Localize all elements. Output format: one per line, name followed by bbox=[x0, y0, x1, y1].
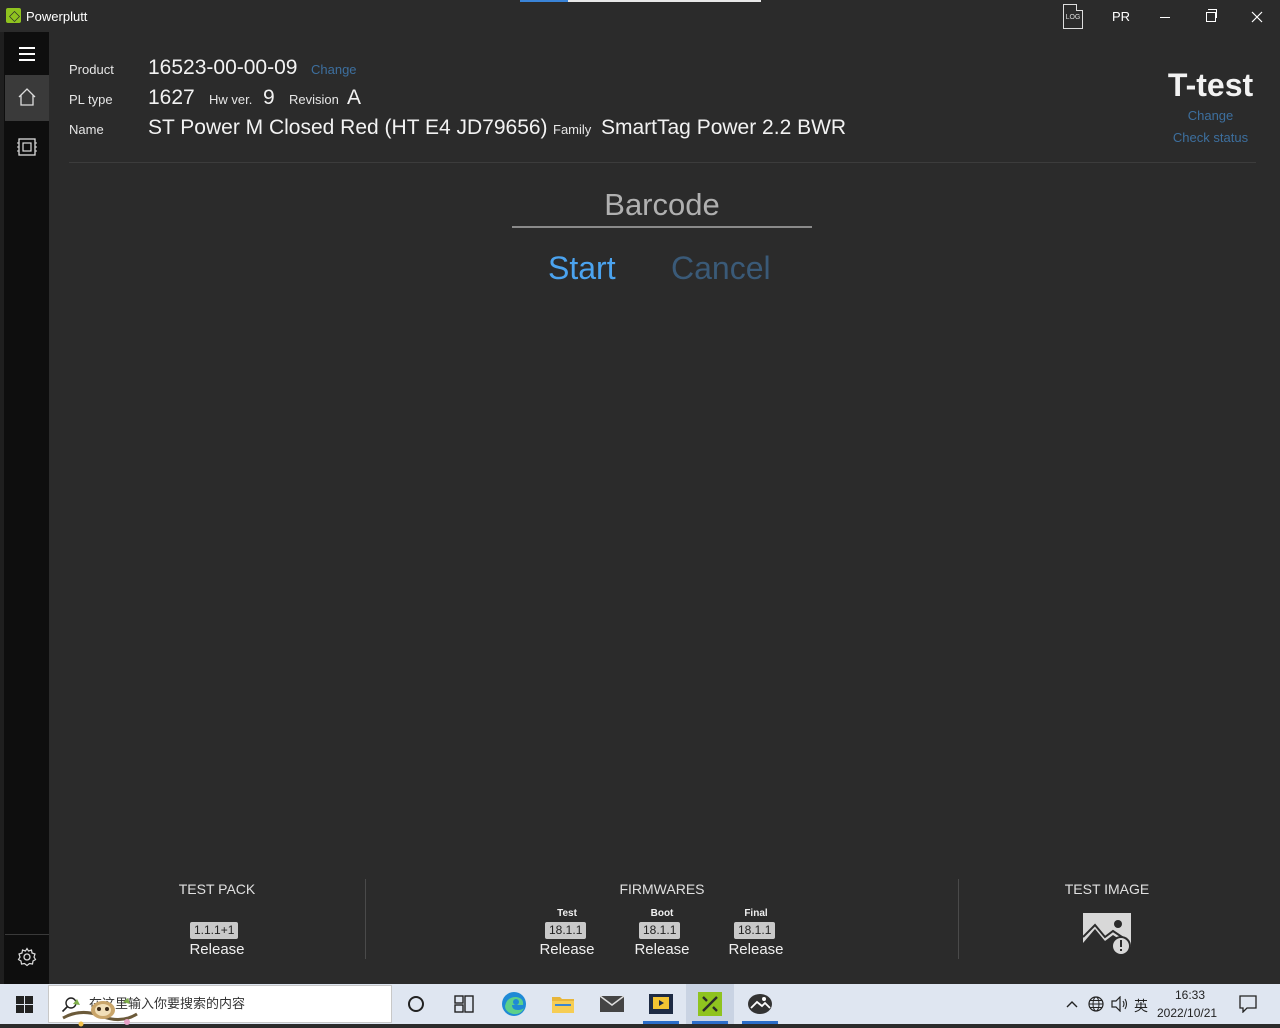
close-button[interactable] bbox=[1234, 0, 1280, 32]
test-pack-channel: Release bbox=[189, 941, 245, 958]
firmware-version-badge: 18.1.1 bbox=[545, 922, 587, 939]
firmware-version-badge: 18.1.1 bbox=[734, 922, 776, 939]
title-bar bbox=[0, 0, 1280, 32]
tray-chevron-up-icon[interactable] bbox=[1066, 1000, 1078, 1008]
chip-icon bbox=[17, 138, 37, 156]
name-label: Name bbox=[69, 122, 104, 137]
ime-indicator[interactable]: 英 bbox=[1134, 996, 1148, 1016]
cortana-circle-icon bbox=[408, 996, 424, 1012]
restore-icon bbox=[1206, 9, 1217, 23]
windows-logo-icon bbox=[16, 996, 33, 1013]
nav-rail-edge bbox=[0, 32, 4, 984]
firmware-channel: Release bbox=[539, 941, 595, 958]
home-icon bbox=[18, 88, 36, 106]
minimize-button[interactable] bbox=[1142, 0, 1188, 32]
image-warning-icon[interactable] bbox=[1083, 913, 1133, 957]
header-divider bbox=[69, 162, 1256, 163]
taskbar-search[interactable] bbox=[48, 985, 392, 1027]
task-view-button[interactable] bbox=[392, 984, 440, 1024]
edge-taskbar-button[interactable] bbox=[490, 984, 538, 1024]
powerplutt-app-icon bbox=[6, 8, 21, 23]
product-label: Product bbox=[69, 62, 114, 77]
mail-button[interactable] bbox=[588, 984, 636, 1024]
station-change-link[interactable]: Change bbox=[1150, 108, 1271, 123]
product-change-link[interactable]: Change bbox=[311, 62, 357, 77]
clock-date[interactable]: 2022/10/21 bbox=[1157, 1006, 1217, 1020]
volume-icon[interactable] bbox=[1111, 996, 1129, 1012]
revision-label: Revision bbox=[289, 92, 339, 107]
minimize-icon bbox=[1160, 16, 1170, 18]
barcode-input[interactable] bbox=[512, 183, 812, 228]
cancel-button[interactable]: Cancel bbox=[671, 250, 771, 287]
revision-value: A bbox=[347, 86, 362, 109]
test-pack-title: TEST PACK bbox=[178, 881, 256, 897]
log-file-icon[interactable]: LOG bbox=[1063, 4, 1083, 29]
powerplutt-taskbar-button[interactable] bbox=[686, 984, 734, 1024]
firmware-version-badge: 18.1.1 bbox=[639, 922, 681, 939]
family-label: Family bbox=[553, 122, 592, 137]
clock-time[interactable]: 16:33 bbox=[1175, 988, 1205, 1002]
firmwares-title: FIRMWARES bbox=[619, 881, 705, 897]
mail-icon bbox=[599, 995, 625, 1012]
firmware-tag: Final bbox=[744, 908, 768, 919]
user-initials[interactable]: PR bbox=[1112, 9, 1130, 24]
name-value: ST Power M Closed Red (HT E4 JD79656) bbox=[148, 116, 548, 139]
station-name: T-test bbox=[1167, 67, 1254, 103]
nav-home-button[interactable] bbox=[5, 75, 49, 121]
file-explorer-button[interactable] bbox=[539, 984, 587, 1024]
firmware-tag: Test bbox=[557, 908, 577, 919]
restore-button[interactable] bbox=[1188, 0, 1234, 32]
panel-separator bbox=[365, 879, 366, 959]
gear-icon bbox=[17, 947, 37, 967]
panel-separator bbox=[958, 879, 959, 959]
powerplutt-icon bbox=[698, 992, 722, 1016]
firmware-tag: Boot bbox=[650, 908, 674, 919]
start-button[interactable]: Start bbox=[548, 250, 616, 287]
loading-progress bbox=[520, 0, 761, 2]
media-player-icon bbox=[649, 994, 673, 1014]
test-pack-version-badge: 1.1.1+1 bbox=[190, 922, 239, 939]
firmware-channel: Release bbox=[728, 941, 784, 958]
windows-start-button[interactable] bbox=[0, 984, 48, 1024]
loading-progress-fill bbox=[520, 0, 569, 2]
notification-center-icon[interactable] bbox=[1239, 995, 1257, 1013]
video-app-button[interactable] bbox=[637, 984, 685, 1024]
pl-type-value: 1627 bbox=[148, 86, 195, 109]
hamburger-menu-icon[interactable] bbox=[19, 47, 35, 65]
edge-browser-icon bbox=[502, 992, 526, 1016]
hw-ver-label: Hw ver. bbox=[209, 92, 253, 107]
family-value: SmartTag Power 2.2 BWR bbox=[601, 116, 847, 139]
sloth-illustration-icon bbox=[62, 998, 138, 1027]
photos-app-button[interactable] bbox=[736, 984, 784, 1024]
product-value: 16523-00-00-09 bbox=[148, 56, 298, 79]
close-icon bbox=[1251, 11, 1263, 23]
check-status-link[interactable]: Check status bbox=[1150, 130, 1271, 145]
widgets-button[interactable] bbox=[440, 984, 488, 1024]
window-title: Powerplutt bbox=[26, 9, 88, 24]
task-view-icon bbox=[454, 995, 474, 1013]
firmware-channel: Release bbox=[634, 941, 690, 958]
pl-type-label: PL type bbox=[69, 92, 113, 107]
network-globe-icon[interactable] bbox=[1088, 996, 1104, 1012]
nav-settings-button[interactable] bbox=[5, 934, 49, 979]
hw-ver-value: 9 bbox=[263, 86, 275, 109]
test-image-title: TEST IMAGE bbox=[1064, 881, 1150, 897]
photos-icon bbox=[748, 994, 772, 1014]
folder-icon bbox=[552, 997, 574, 1013]
nav-rail bbox=[0, 32, 49, 984]
